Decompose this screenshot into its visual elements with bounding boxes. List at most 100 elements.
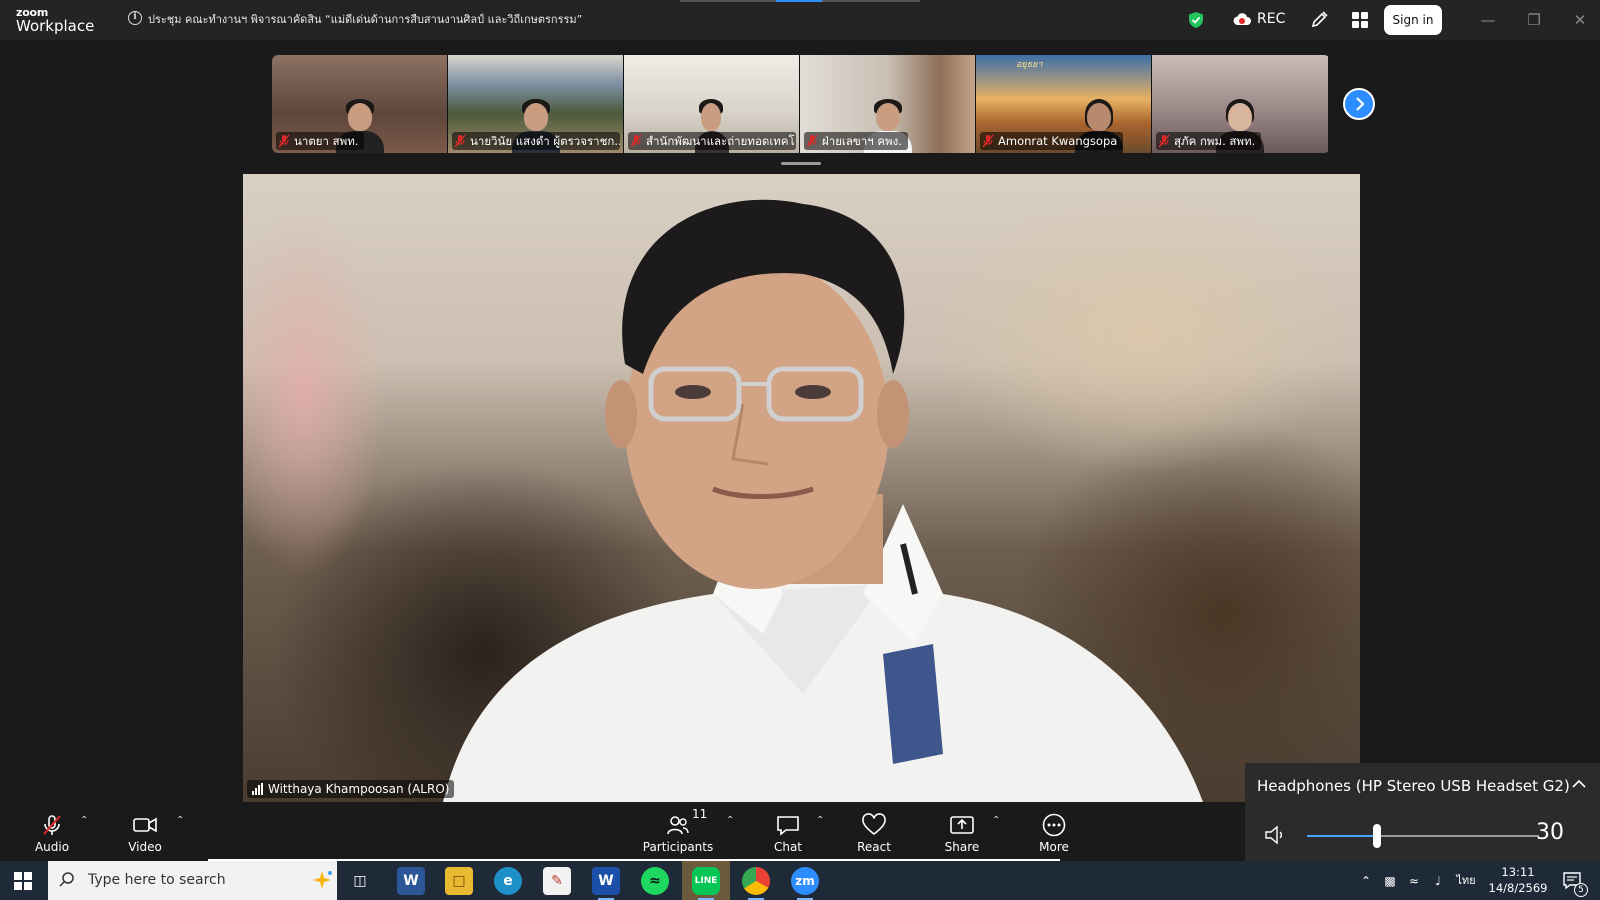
chat-label: Chat bbox=[773, 840, 803, 854]
volume-slider[interactable] bbox=[1307, 824, 1539, 848]
share-options-caret-icon[interactable]: ⌃ bbox=[992, 815, 1000, 826]
muted-mic-icon bbox=[982, 134, 994, 148]
taskbar-search-box[interactable]: Type here to search bbox=[48, 861, 337, 900]
participant-thumbnail[interactable]: สำนักพัฒนาและถ่ายทอดเทคโ... bbox=[624, 55, 800, 153]
windows-taskbar: Type here to search ◫ W □ e ✎ W ≈ LINE z… bbox=[0, 861, 1600, 900]
participant-nameplate: Amonrat Kwangsopa bbox=[980, 132, 1124, 150]
video-label: Video bbox=[128, 840, 162, 854]
speaker-nameplate: Witthaya Khampoosan (ALRO) bbox=[247, 780, 455, 798]
search-icon bbox=[59, 872, 74, 887]
zoom-meeting-window: zoom Workplace i ประชุม คณะทำงานฯ พิจารณ… bbox=[0, 0, 1600, 900]
line-app-icon[interactable]: LINE bbox=[692, 867, 720, 900]
volume-slider-fill bbox=[1307, 835, 1377, 837]
chevron-up-icon[interactable] bbox=[1572, 779, 1586, 789]
active-speaker-video[interactable]: Witthaya Khampoosan (ALRO) bbox=[243, 174, 1360, 802]
audio-options-caret-icon[interactable]: ⌃ bbox=[80, 815, 88, 826]
participant-thumbnail[interactable]: นาตยา สพท. bbox=[272, 55, 448, 153]
audio-button[interactable]: Audio bbox=[34, 813, 70, 854]
window-drag-indicator bbox=[680, 0, 920, 2]
show-hidden-icons-chevron-icon[interactable]: ⌃ bbox=[1358, 873, 1374, 889]
task-view-icon[interactable]: ◫ bbox=[346, 867, 374, 895]
audio-device-name[interactable]: Headphones (HP Stereo USB Headset G2) bbox=[1257, 777, 1570, 795]
title-bar: zoom Workplace i ประชุม คณะทำงานฯ พิจารณ… bbox=[0, 0, 1600, 40]
zoom-app-icon[interactable]: zm bbox=[791, 867, 819, 900]
search-highlight-icon bbox=[313, 871, 332, 889]
virtual-background-banner: อยุธยา bbox=[1016, 60, 1043, 70]
video-options-caret-icon[interactable]: ⌃ bbox=[176, 815, 184, 826]
meeting-info-icon[interactable]: i bbox=[128, 11, 142, 25]
restore-icon[interactable]: ❐ bbox=[1524, 10, 1544, 30]
participant-thumbnail[interactable]: ฝ่ายเลขาฯ คพง. bbox=[800, 55, 976, 153]
meet-now-icon[interactable]: ▩ bbox=[1382, 873, 1398, 889]
close-icon[interactable]: ✕ bbox=[1570, 10, 1590, 30]
participant-name: ฝ่ายเลขาฯ คพง. bbox=[822, 134, 902, 148]
heart-icon bbox=[862, 813, 886, 836]
participant-name: นายวินัย แสงดำ ผู้ตรวจราชก... bbox=[470, 134, 620, 148]
document-app-icon[interactable]: ✎ bbox=[543, 867, 571, 895]
more-ellipsis-icon bbox=[1042, 813, 1066, 837]
input-language-indicator[interactable]: ไทย bbox=[1454, 873, 1478, 889]
speaker-name: Witthaya Khampoosan (ALRO) bbox=[268, 782, 450, 796]
speaker-video-feed bbox=[443, 199, 1203, 802]
chrome-browser-icon[interactable] bbox=[742, 867, 770, 900]
spotify-app-icon[interactable]: ≈ bbox=[641, 867, 669, 895]
cloud-record-icon bbox=[1233, 13, 1251, 25]
participant-thumbnail[interactable]: อยุธยา Amonrat Kwangsopa bbox=[976, 55, 1152, 153]
video-button[interactable]: Video bbox=[126, 813, 164, 854]
participant-thumbnail[interactable]: นายวินัย แสงดำ ผู้ตรวจราชก... bbox=[448, 55, 624, 153]
zoom-logo: zoom Workplace bbox=[16, 7, 94, 34]
taskbar-clock[interactable]: 13:11 14/8/2569 bbox=[1487, 864, 1549, 896]
muted-mic-icon bbox=[630, 134, 642, 148]
more-label: More bbox=[1039, 840, 1069, 854]
security-shield-icon[interactable] bbox=[1188, 11, 1204, 29]
chat-button[interactable]: Chat bbox=[768, 813, 808, 854]
word-app-icon[interactable]: W bbox=[397, 867, 425, 895]
tray-speaker-icon[interactable]: ♩ bbox=[1430, 873, 1446, 889]
minimize-icon[interactable]: — bbox=[1478, 10, 1498, 30]
muted-microphone-icon bbox=[43, 815, 61, 835]
react-label: React bbox=[857, 840, 891, 854]
chat-options-caret-icon[interactable]: ⌃ bbox=[816, 815, 824, 826]
meeting-title: ประชุม คณะทำงานฯ พิจารณาคัดสิน “แม่ดีเด่… bbox=[148, 13, 583, 26]
video-camera-icon bbox=[133, 817, 157, 833]
participants-count: 11 bbox=[692, 807, 708, 821]
webex-app-icon[interactable]: W bbox=[592, 867, 620, 900]
participant-name: Amonrat Kwangsopa bbox=[998, 134, 1118, 148]
sign-in-button[interactable]: Sign in bbox=[1384, 5, 1442, 35]
share-button[interactable]: Share bbox=[942, 813, 982, 854]
meeting-toolbar: Audio ⌃ Video ⌃ Participants 11 ⌃ Chat ⌃… bbox=[0, 803, 1245, 861]
volume-slider-thumb[interactable] bbox=[1373, 824, 1381, 848]
participant-thumbnail-strip: นาตยา สพท. นายวินัย แสงดำ ผู้ตรวจราชก...… bbox=[272, 55, 1330, 153]
apps-grid-icon[interactable] bbox=[1352, 12, 1368, 28]
annotate-pen-icon[interactable] bbox=[1310, 11, 1328, 29]
participant-nameplate: สำนักพัฒนาและถ่ายทอดเทคโ... bbox=[628, 132, 796, 150]
participants-options-caret-icon[interactable]: ⌃ bbox=[726, 815, 734, 826]
notification-count-badge: 5 bbox=[1574, 883, 1588, 897]
resize-grip-handle[interactable] bbox=[781, 162, 821, 165]
participant-name: นาตยา สพท. bbox=[294, 134, 359, 148]
logo-workplace: Workplace bbox=[16, 17, 95, 35]
speaker-volume-icon[interactable] bbox=[1263, 823, 1289, 847]
clock-date: 14/8/2569 bbox=[1488, 881, 1548, 895]
audio-label: Audio bbox=[34, 840, 70, 854]
rec-label: REC bbox=[1257, 11, 1286, 27]
chat-bubble-icon bbox=[777, 816, 799, 836]
recording-indicator[interactable]: REC bbox=[1232, 11, 1285, 27]
signal-strength-icon bbox=[252, 783, 263, 795]
file-explorer-icon[interactable]: □ bbox=[445, 867, 473, 895]
participants-label: Participants bbox=[642, 840, 714, 854]
more-button[interactable]: More bbox=[1034, 813, 1074, 854]
muted-mic-icon bbox=[278, 134, 290, 148]
edge-browser-icon[interactable]: e bbox=[494, 867, 522, 895]
volume-level: 30 bbox=[1536, 820, 1564, 845]
next-thumbnails-button[interactable] bbox=[1343, 88, 1375, 120]
clock-time: 13:11 bbox=[1501, 865, 1535, 879]
react-button[interactable]: React bbox=[852, 813, 896, 854]
participant-thumbnail[interactable]: สุภัค กพม. สพท. bbox=[1152, 55, 1328, 153]
participant-name: สำนักพัฒนาและถ่ายทอดเทคโ... bbox=[646, 134, 796, 148]
participants-icon bbox=[667, 816, 689, 835]
network-wifi-icon[interactable]: ≈ bbox=[1406, 873, 1422, 889]
muted-mic-icon bbox=[1158, 134, 1170, 148]
volume-flyout: Headphones (HP Stereo USB Headset G2) 30 bbox=[1245, 763, 1600, 861]
windows-start-icon[interactable] bbox=[14, 872, 32, 890]
